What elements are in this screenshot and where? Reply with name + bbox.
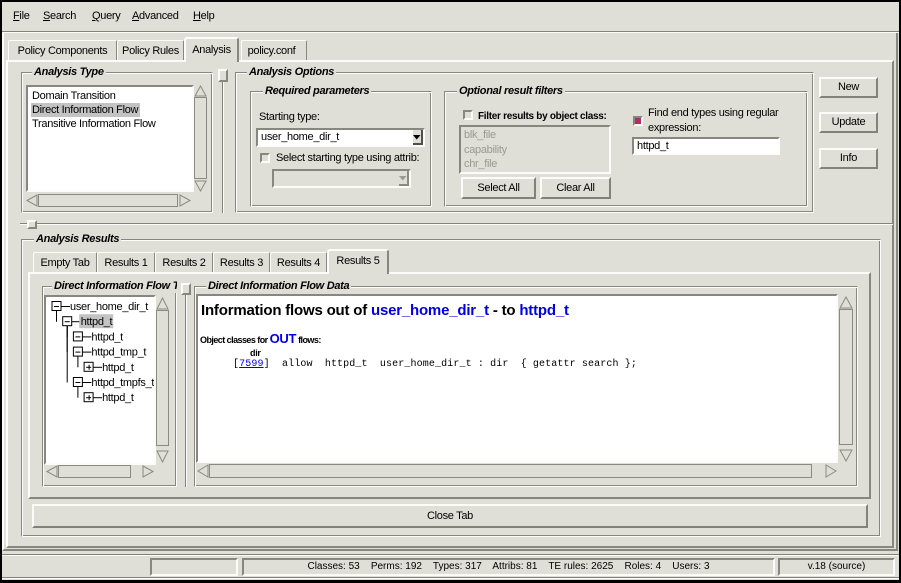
svg-text:httpd_tmp_t: httpd_tmp_t — [91, 347, 146, 359]
svg-text:httpd_tmpfs_t: httpd_tmpfs_t — [91, 377, 154, 389]
svg-text:httpd_t: httpd_t — [102, 392, 134, 404]
svg-text:httpd_t: httpd_t — [102, 362, 134, 374]
svg-text:httpd_t: httpd_t — [81, 316, 113, 328]
svg-text:httpd_t: httpd_t — [91, 331, 123, 343]
svg-text:user_home_dir_t: user_home_dir_t — [70, 301, 148, 313]
